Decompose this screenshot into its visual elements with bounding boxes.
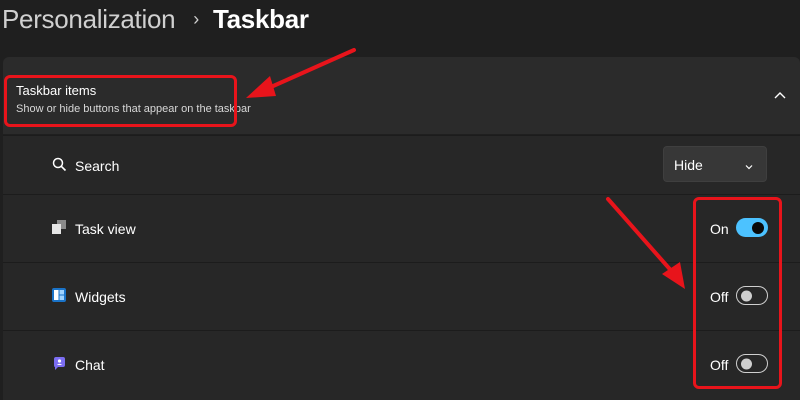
widgets-label: Widgets bbox=[75, 289, 126, 305]
task-view-label: Task view bbox=[75, 221, 136, 237]
search-label: Search bbox=[75, 158, 120, 174]
breadcrumb: Personalization › Taskbar bbox=[0, 0, 309, 38]
task-view-row: Task view On bbox=[3, 194, 800, 262]
chevron-down-icon bbox=[744, 159, 754, 170]
annotation-box-toggles bbox=[693, 197, 782, 389]
widgets-row: Widgets Off bbox=[3, 262, 800, 330]
chat-label: Chat bbox=[75, 357, 105, 373]
breadcrumb-separator: › bbox=[193, 8, 199, 29]
page-title: Taskbar bbox=[212, 3, 309, 34]
chat-icon bbox=[51, 355, 67, 371]
widgets-icon bbox=[51, 287, 67, 303]
task-view-icon bbox=[51, 219, 67, 235]
chevron-up-icon[interactable] bbox=[772, 87, 788, 103]
settings-page: Personalization › Taskbar Taskbar items … bbox=[0, 0, 800, 400]
search-dropdown-value: Hide bbox=[674, 157, 703, 173]
breadcrumb-personalization[interactable]: Personalization bbox=[0, 4, 176, 35]
chat-row: Chat Off bbox=[3, 330, 800, 400]
annotation-box-taskbar-items bbox=[4, 75, 237, 127]
search-row: Search Hide bbox=[3, 135, 800, 194]
search-dropdown[interactable]: Hide bbox=[663, 146, 767, 182]
search-icon bbox=[51, 156, 67, 172]
